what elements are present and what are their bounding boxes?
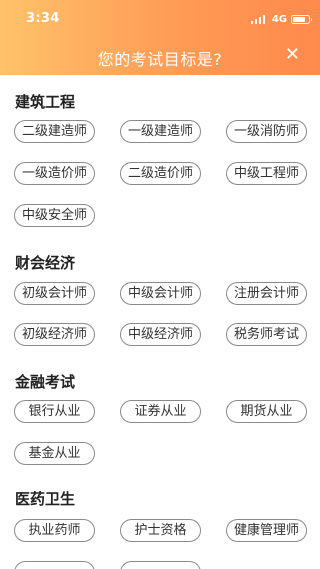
exam-tag[interactable]: 中级会计师	[120, 282, 201, 305]
section-title-finance-accounting: 财会经济	[15, 254, 76, 272]
exam-tag[interactable]: 注册会计师	[226, 282, 307, 305]
exam-tag[interactable]: 证券从业	[120, 400, 201, 423]
exam-tag[interactable]: 执业药师	[14, 519, 95, 542]
exam-tag[interactable]: 一级消防师	[226, 120, 307, 143]
battery-fill	[293, 16, 305, 22]
exam-tag[interactable]	[120, 561, 201, 569]
exam-tag[interactable]: 中级经济师	[120, 323, 201, 346]
exam-tag[interactable]: 初级经济师	[14, 323, 95, 346]
exam-tag[interactable]: 中级安全师	[14, 204, 95, 227]
network-type: 4G	[271, 13, 287, 25]
exam-tag[interactable]: 税务师考试	[226, 323, 307, 346]
exam-tag[interactable]: 护士资格	[120, 519, 201, 542]
exam-tag[interactable]: 一级建造师	[120, 120, 201, 143]
header: 3:34 4G 您的考试目标是? ✕	[0, 0, 320, 75]
section-title-medicine-health: 医药卫生	[15, 490, 76, 508]
signal-icon	[250, 14, 267, 24]
section-title-construction: 建筑工程	[15, 93, 76, 111]
page-title: 您的考试目标是?	[97, 50, 223, 69]
section-title-financial-exams: 金融考试	[15, 373, 76, 391]
close-icon[interactable]: ✕	[285, 45, 300, 65]
exam-tag[interactable]: 期货从业	[226, 400, 307, 423]
exam-tag[interactable]: 一级造价师	[14, 162, 95, 185]
exam-tag[interactable]: 初级会计师	[14, 282, 95, 305]
exam-tag[interactable]: 银行从业	[14, 400, 95, 423]
status-time: 3:34	[26, 11, 60, 26]
status-indicators: 4G	[250, 12, 312, 26]
exam-tag[interactable]: 二级造价师	[120, 162, 201, 185]
exam-tag[interactable]: 健康管理师	[226, 519, 307, 542]
status-bar: 3:34 4G	[0, 0, 320, 34]
exam-tag[interactable]	[14, 561, 95, 569]
battery-icon	[291, 14, 312, 24]
exam-tag[interactable]: 基金从业	[14, 442, 95, 465]
exam-tag[interactable]: 中级工程师	[226, 162, 307, 185]
exam-tag[interactable]: 二级建造师	[14, 120, 95, 143]
exam-goal-list: 建筑工程 二级建造师 一级建造师 一级消防师 一级造价师 二级造价师 中级工程师…	[0, 75, 320, 569]
